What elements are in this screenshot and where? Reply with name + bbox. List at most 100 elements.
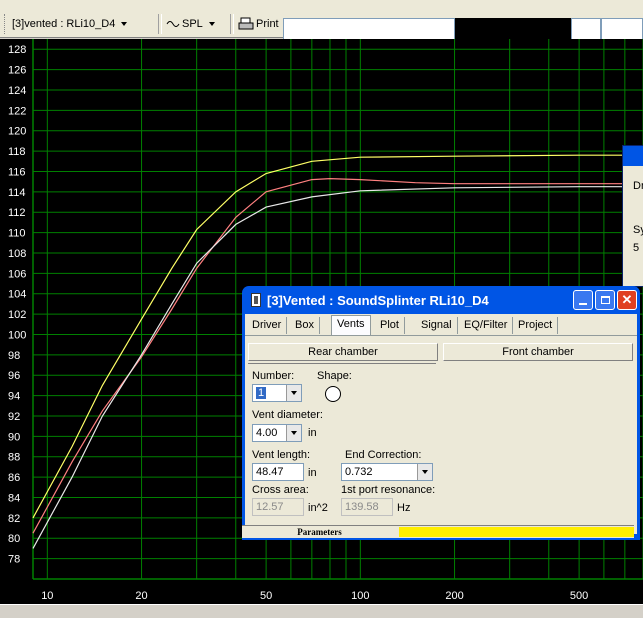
tab-driver[interactable]: Driver — [247, 317, 288, 334]
toolbar-separator — [158, 14, 162, 34]
y-tick-label: 90 — [8, 431, 20, 443]
close-button[interactable]: ✕ — [617, 290, 637, 310]
tab-box[interactable]: Box — [290, 317, 320, 334]
chevron-down-icon[interactable] — [417, 464, 432, 480]
status-bar: Parameters — [242, 525, 634, 538]
tab-project[interactable]: Project — [513, 317, 559, 334]
chevron-down-icon[interactable] — [286, 425, 301, 441]
vent-length-label: Vent length: — [252, 449, 311, 461]
close-icon: ✕ — [621, 292, 633, 307]
number-select[interactable]: 1 — [252, 384, 302, 402]
x-tick-label: 20 — [135, 590, 147, 602]
y-tick-label: 82 — [8, 513, 20, 525]
y-tick-label: 124 — [8, 85, 26, 97]
end-correction-label: End Correction: — [345, 449, 422, 461]
y-tick-label: 114 — [8, 187, 26, 199]
print-label: Print — [256, 18, 279, 30]
minimize-icon — [579, 303, 587, 305]
y-tick-label: 94 — [8, 391, 20, 403]
background-window[interactable]: Dr Sy 5 — [622, 145, 643, 287]
tab-divider — [245, 335, 637, 336]
dialog-titlebar[interactable]: [3]Vented : SoundSplinter RLi10_D4 ✕ — [245, 286, 637, 314]
cross-area-label: Cross area: — [252, 484, 309, 496]
bg-label: 5 — [633, 242, 640, 254]
toolbar-separator — [230, 14, 234, 34]
mode-select-value: SPL — [182, 18, 203, 30]
tab-signal[interactable]: Signal — [416, 317, 458, 334]
toolbar-grip[interactable] — [4, 14, 8, 34]
port-resonance-field: 139.58 — [341, 498, 393, 516]
print-button[interactable]: Print — [238, 14, 279, 34]
y-tick-label: 78 — [8, 554, 20, 566]
vent-diameter-unit: in — [308, 427, 317, 439]
x-tick-label: 100 — [351, 590, 369, 602]
tab-vents[interactable]: Vents — [331, 315, 371, 336]
y-tick-label: 80 — [8, 533, 20, 545]
shape-label: Shape: — [317, 370, 352, 382]
y-tick-label: 92 — [8, 411, 20, 423]
dialog-title: [3]Vented : SoundSplinter RLi10_D4 — [267, 292, 489, 308]
y-tick-label: 110 — [8, 228, 26, 240]
y-tick-label: 104 — [8, 289, 26, 301]
maximize-button[interactable] — [595, 290, 615, 310]
chevron-down-icon[interactable] — [286, 385, 301, 401]
port-resonance-label: 1st port resonance: — [341, 484, 436, 496]
front-chamber-button[interactable]: Front chamber — [443, 343, 633, 361]
cross-area-unit: in^2 — [308, 502, 328, 514]
y-tick-label: 98 — [8, 350, 20, 362]
tab-plot[interactable]: Plot — [375, 317, 405, 334]
printer-icon — [238, 17, 254, 30]
chevron-down-icon — [121, 22, 128, 26]
y-tick-label: 102 — [8, 309, 26, 321]
bg-label: Sy — [633, 224, 643, 236]
vented-dialog: [3]Vented : SoundSplinter RLi10_D4 ✕ Dri… — [242, 286, 640, 540]
dialog-body: Driver Box Vents Plot Signal EQ/Filter P… — [245, 314, 637, 534]
status-label: Parameters — [297, 527, 342, 537]
section-divider — [248, 363, 436, 364]
y-tick-label: 112 — [8, 207, 26, 219]
port-resonance-unit: Hz — [397, 502, 411, 514]
y-tick-label: 118 — [8, 146, 26, 158]
maximize-icon — [600, 296, 610, 304]
project-select-value: [3]vented : RLi10_D4 — [12, 18, 116, 30]
vent-diameter-value: 4.00 — [256, 427, 278, 439]
y-tick-label: 106 — [8, 268, 26, 280]
app-icon — [251, 293, 261, 307]
vent-length-field[interactable]: 48.47 — [252, 463, 304, 481]
number-label: Number: — [252, 370, 295, 382]
x-tick-label: 10 — [41, 590, 53, 602]
end-correction-select[interactable]: 0.732 — [341, 463, 433, 481]
x-tick-label: 50 — [260, 590, 272, 602]
rear-chamber-button[interactable]: Rear chamber — [248, 343, 438, 361]
minimize-button[interactable] — [573, 290, 593, 310]
horizontal-scrollbar[interactable] — [0, 604, 643, 618]
vent-diameter-select[interactable]: 4.00 — [252, 424, 302, 442]
x-tick-label: 500 — [570, 590, 588, 602]
round-shape-button[interactable] — [325, 386, 341, 402]
y-tick-label: 116 — [8, 166, 26, 178]
number-value: 1 — [256, 387, 267, 399]
toolbar: [3]vented : RLi10_D4 SPL Print — [0, 8, 643, 42]
y-tick-label: 96 — [8, 370, 20, 382]
background-window-titlebar[interactable] — [623, 146, 643, 166]
y-tick-label: 122 — [8, 105, 26, 117]
bg-label: Dr — [633, 180, 643, 192]
y-tick-label: 86 — [8, 472, 20, 484]
mode-select[interactable]: SPL — [166, 14, 226, 34]
vent-length-unit: in — [308, 467, 317, 479]
status-progress — [399, 527, 634, 537]
y-tick-label: 128 — [8, 44, 26, 56]
wave-icon — [166, 21, 180, 27]
end-correction-value: 0.732 — [345, 466, 373, 478]
y-tick-label: 120 — [8, 126, 26, 138]
y-tick-label: 126 — [8, 65, 26, 77]
chevron-down-icon — [208, 22, 215, 26]
y-tick-label: 88 — [8, 452, 20, 464]
x-tick-label: 200 — [445, 590, 463, 602]
y-tick-label: 84 — [8, 492, 20, 504]
project-select[interactable]: [3]vented : RLi10_D4 — [12, 14, 152, 34]
y-tick-label: 100 — [8, 329, 26, 341]
tab-eq-filter[interactable]: EQ/Filter — [459, 317, 514, 334]
y-tick-label: 108 — [8, 248, 26, 260]
cross-area-field: 12.57 — [252, 498, 304, 516]
